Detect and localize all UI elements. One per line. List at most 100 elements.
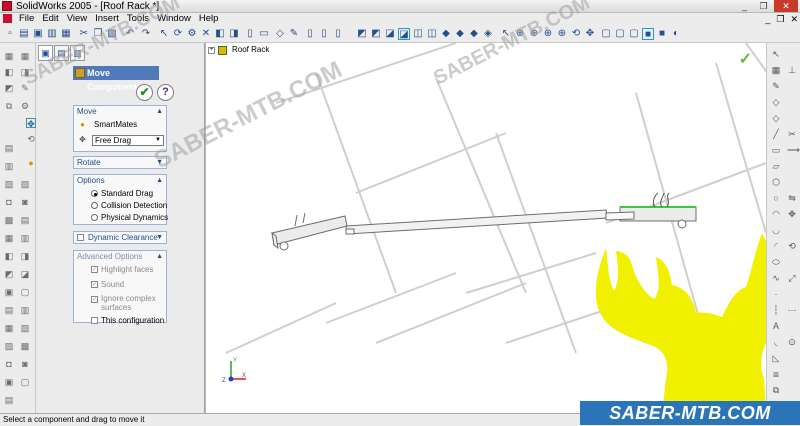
move-sketch-icon[interactable]: ✥ <box>787 209 797 219</box>
open-icon[interactable]: ▤ <box>18 28 30 40</box>
spline-icon[interactable]: ∿ <box>771 273 781 283</box>
ellipse-icon[interactable]: ⬭ <box>771 257 781 267</box>
menu-edit[interactable]: Edit <box>42 13 58 25</box>
document-icon[interactable] <box>3 14 12 23</box>
mate-icon[interactable]: ◨ <box>228 28 240 40</box>
feature-tool-20-icon[interactable]: ▩ <box>20 341 30 351</box>
doc-close-button[interactable]: ✕ <box>790 13 798 25</box>
roof-rack-model[interactable] <box>271 192 697 251</box>
doc-restore-button[interactable]: ❐ <box>776 13 784 25</box>
fillet-icon[interactable]: ◟ <box>771 337 781 347</box>
shaded-with-edges-icon[interactable]: ■ <box>642 28 654 40</box>
sketch-pencil-icon[interactable]: ✎ <box>771 81 781 91</box>
view-trimetric-icon[interactable]: ◆ <box>454 28 466 40</box>
window-arrange-3-icon[interactable]: ▯ <box>332 28 344 40</box>
view-left-icon[interactable]: ◪ <box>384 28 396 40</box>
extend-icon[interactable]: ⟶ <box>787 145 800 155</box>
feature-tool-15-icon[interactable]: ▤ <box>4 305 14 315</box>
rebuild-icon[interactable]: ⟳ <box>172 28 184 40</box>
window-arrange-1-icon[interactable]: ▯ <box>304 28 316 40</box>
smart-dimension-sketch-icon[interactable]: ◇ <box>771 113 781 123</box>
centerline-icon[interactable]: ┆ <box>771 305 781 315</box>
save-icon[interactable]: ▣ <box>32 28 44 40</box>
collision-detection-radio[interactable] <box>91 202 98 209</box>
relation-icon[interactable]: ⊥ <box>787 65 797 75</box>
move-component-icon[interactable]: ✥ <box>26 118 36 129</box>
view-front-icon[interactable]: ◩ <box>356 28 368 40</box>
feature-tool-2-icon[interactable]: ▨ <box>20 179 30 189</box>
rectangle-icon[interactable]: ▭ <box>771 145 781 155</box>
expand-caret-icon[interactable]: ▼ <box>156 232 163 243</box>
arc-icon[interactable]: ◠ <box>771 209 781 219</box>
feature-tool-4-icon[interactable]: ◙ <box>20 197 30 207</box>
option-physical-dynamics[interactable]: Physical Dynamics <box>74 212 168 223</box>
view-isometric-icon[interactable]: ◆ <box>440 28 452 40</box>
wireframe-icon[interactable]: ▢ <box>600 28 612 40</box>
grid-icon[interactable]: ▦ <box>771 65 781 75</box>
pan-icon[interactable]: ✥ <box>584 28 596 40</box>
feature-tool-25-icon[interactable]: ▤ <box>4 395 14 405</box>
circle-icon[interactable]: ○ <box>771 193 781 203</box>
shadows-icon[interactable]: ◐ <box>670 28 682 40</box>
feature-tool-21-icon[interactable]: ◘ <box>4 359 14 369</box>
advanced-options-header[interactable]: Advanced Options ▲ <box>74 251 166 262</box>
physical-dynamics-radio[interactable] <box>91 214 98 221</box>
hidden-lines-visible-icon[interactable]: ▢ <box>614 28 626 40</box>
dynamic-clearance-group[interactable]: Dynamic Clearance ▼ <box>73 231 167 244</box>
chamfer-icon[interactable]: ◺ <box>771 353 781 363</box>
3d-sketch-icon[interactable]: ◇ <box>771 97 781 107</box>
close-doc-icon[interactable]: ✕ <box>200 28 212 40</box>
feature-tool-14-icon[interactable]: ▢ <box>20 287 30 297</box>
line-icon[interactable]: ╱ <box>771 129 781 139</box>
view-dimetric-icon[interactable]: ◆ <box>468 28 480 40</box>
select-sketch-icon[interactable]: ↖ <box>771 49 781 59</box>
view-top-icon[interactable]: ◫ <box>412 28 424 40</box>
move-group-header[interactable]: Move ▲ <box>74 106 166 117</box>
solidworks-app-icon[interactable] <box>2 1 12 11</box>
ok-button[interactable]: ✔ <box>136 84 153 101</box>
feature-tool-12-icon[interactable]: ◪ <box>20 269 30 279</box>
print-preview-icon[interactable]: ▦ <box>60 28 72 40</box>
option-standard-drag[interactable]: Standard Drag <box>74 188 166 199</box>
main-bar[interactable] <box>345 209 609 235</box>
text-icon[interactable]: A <box>771 321 781 331</box>
view-bottom-icon[interactable]: ◫ <box>426 28 438 40</box>
rotate-view-icon[interactable]: ⟲ <box>570 28 582 40</box>
collapse-caret-icon[interactable]: ▲ <box>156 106 163 117</box>
view-back-icon[interactable]: ◩ <box>370 28 382 40</box>
mate-tool-icon[interactable]: ⧉ <box>4 101 14 111</box>
view-right-icon[interactable]: ◪ <box>398 28 410 40</box>
cascade-window-icon[interactable]: ▭ <box>258 28 270 40</box>
exploded-view-icon[interactable]: ▤ <box>4 143 14 153</box>
linear-pattern-icon[interactable]: ⋯ <box>787 305 797 315</box>
new-document-icon[interactable]: ▫ <box>4 28 16 40</box>
rotate-component-icon[interactable]: ⟲ <box>26 134 36 144</box>
three-point-arc-icon[interactable]: ◜ <box>771 241 781 251</box>
feature-tool-17-icon[interactable]: ▦ <box>4 323 14 333</box>
move-mode-select[interactable]: Free Drag ▼ <box>92 135 164 146</box>
feature-tool-18-icon[interactable]: ▧ <box>20 323 30 333</box>
sketch-icon[interactable]: ✎ <box>288 28 300 40</box>
dynamic-clearance-header[interactable]: Dynamic Clearance ▼ <box>74 232 166 243</box>
collapse-caret-icon[interactable]: ▲ <box>156 175 163 186</box>
smartmates-row[interactable]: ● SmartMates <box>74 119 166 130</box>
smart-dimension-icon[interactable]: ◇ <box>274 28 286 40</box>
window-arrange-2-icon[interactable]: ▯ <box>318 28 330 40</box>
feature-tool-3-icon[interactable]: ◘ <box>4 197 14 207</box>
rotate-sketch-icon[interactable]: ⟲ <box>787 241 797 251</box>
feature-tool-23-icon[interactable]: ▣ <box>4 377 14 387</box>
feature-tool-5-icon[interactable]: ▩ <box>4 215 14 225</box>
interference-detection-icon[interactable]: ▥ <box>4 161 14 171</box>
feature-tool-10-icon[interactable]: ◨ <box>20 251 30 261</box>
print-icon[interactable]: ▥ <box>46 28 58 40</box>
rotate-group[interactable]: Rotate ▼ <box>73 156 167 169</box>
tangent-arc-icon[interactable]: ◡ <box>771 225 781 235</box>
help-button[interactable]: ? <box>157 84 174 101</box>
collapse-caret-icon[interactable]: ▲ <box>156 251 163 262</box>
insert-component-tool-icon[interactable]: ◧ <box>4 67 14 77</box>
feature-tool-7-icon[interactable]: ▦ <box>4 233 14 243</box>
option-collision-detection[interactable]: Collision Detection <box>74 200 167 211</box>
trim-icon[interactable]: ✂ <box>787 129 797 139</box>
change-transparency-icon[interactable]: ◩ <box>4 83 14 93</box>
feature-tool-8-icon[interactable]: ▥ <box>20 233 30 243</box>
